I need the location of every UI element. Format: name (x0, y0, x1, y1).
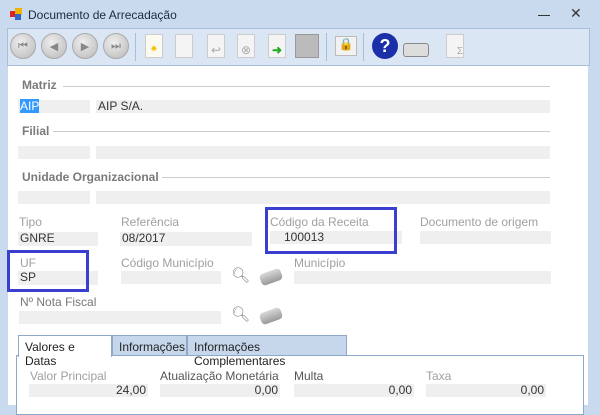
toolbar-separator (135, 33, 136, 61)
tab-informacoes[interactable]: Informações (112, 335, 187, 356)
highlight-box (265, 207, 397, 254)
matriz-code-value: AIP (20, 99, 40, 113)
app-icon (10, 8, 22, 20)
toolbar-separator (363, 33, 364, 61)
delete-button[interactable]: ⊗ (233, 33, 259, 59)
toolbar-separator (326, 33, 327, 61)
tab-informacoes-complementares[interactable]: Informações Complementares (187, 335, 347, 368)
save-button[interactable] (294, 33, 320, 59)
unidade-name-field[interactable] (96, 191, 550, 204)
municipio-field[interactable] (294, 271, 551, 284)
filial-name-field[interactable] (96, 146, 550, 159)
referencia-field[interactable]: 08/2017 (120, 232, 252, 246)
close-button[interactable]: ✕ (570, 5, 582, 22)
unidade-code-field[interactable] (18, 191, 90, 204)
valor-principal-label: Valor Principal (30, 369, 107, 383)
edit-button[interactable] (171, 33, 197, 59)
codigo-municipio-field[interactable] (121, 271, 221, 284)
taxa-field[interactable]: 0,00 (426, 384, 546, 397)
matriz-name-field[interactable]: AIP S/A. (96, 100, 550, 113)
unidade-label: Unidade Organizacional (22, 170, 159, 184)
documento-origem-field[interactable] (420, 231, 551, 244)
taxa-label: Taxa (426, 369, 452, 383)
last-record-button[interactable]: ⏭ (103, 33, 129, 59)
multa-label: Multa (294, 369, 324, 383)
window-title: Documento de Arrecadação (28, 8, 177, 22)
new-button[interactable]: ✷ (141, 33, 167, 59)
filial-code-field[interactable] (18, 146, 90, 159)
tipo-field[interactable]: GNRE (18, 232, 98, 246)
undo-button[interactable]: ↩ (203, 33, 229, 59)
minimize-button[interactable] (538, 10, 550, 16)
atualizacao-label: Atualização Monetária (160, 369, 279, 383)
referencia-label: Referência (121, 215, 180, 229)
search-icon[interactable]: 🔍︎ (231, 305, 250, 323)
first-record-button[interactable]: ⏮ (10, 33, 36, 59)
filial-label: Filial (22, 124, 50, 138)
nota-fiscal-field[interactable] (19, 311, 221, 324)
search-icon[interactable]: 🔍︎ (231, 266, 250, 284)
documento-origem-label: Documento de origem (420, 215, 539, 229)
tab-valores-datas[interactable]: Valores e Datas (18, 335, 112, 368)
matriz-code-field[interactable]: AIP (18, 99, 90, 113)
atualizacao-field[interactable]: 0,00 (160, 384, 280, 397)
municipio-label: Município (294, 256, 346, 270)
help-button[interactable]: ? (372, 33, 398, 59)
next-record-button[interactable]: ▶ (72, 33, 98, 59)
export-button[interactable]: ➜ (264, 33, 290, 59)
divider (63, 86, 550, 87)
codigo-municipio-label: Código Município (121, 256, 214, 270)
multa-field[interactable]: 0,00 (294, 384, 414, 397)
nota-fiscal-label: Nº Nota Fiscal (20, 295, 97, 309)
print-button[interactable] (403, 33, 429, 59)
lock-button[interactable]: 🔒 (333, 33, 359, 59)
previous-record-button[interactable]: ◀ (41, 33, 67, 59)
valor-principal-field[interactable]: 24,00 (29, 384, 148, 397)
tipo-label: Tipo (19, 215, 42, 229)
divider (53, 131, 550, 132)
matriz-label: Matriz (22, 78, 57, 92)
sum-report-button[interactable]: Σ (442, 33, 468, 59)
highlight-box (7, 250, 89, 292)
divider (162, 177, 550, 178)
